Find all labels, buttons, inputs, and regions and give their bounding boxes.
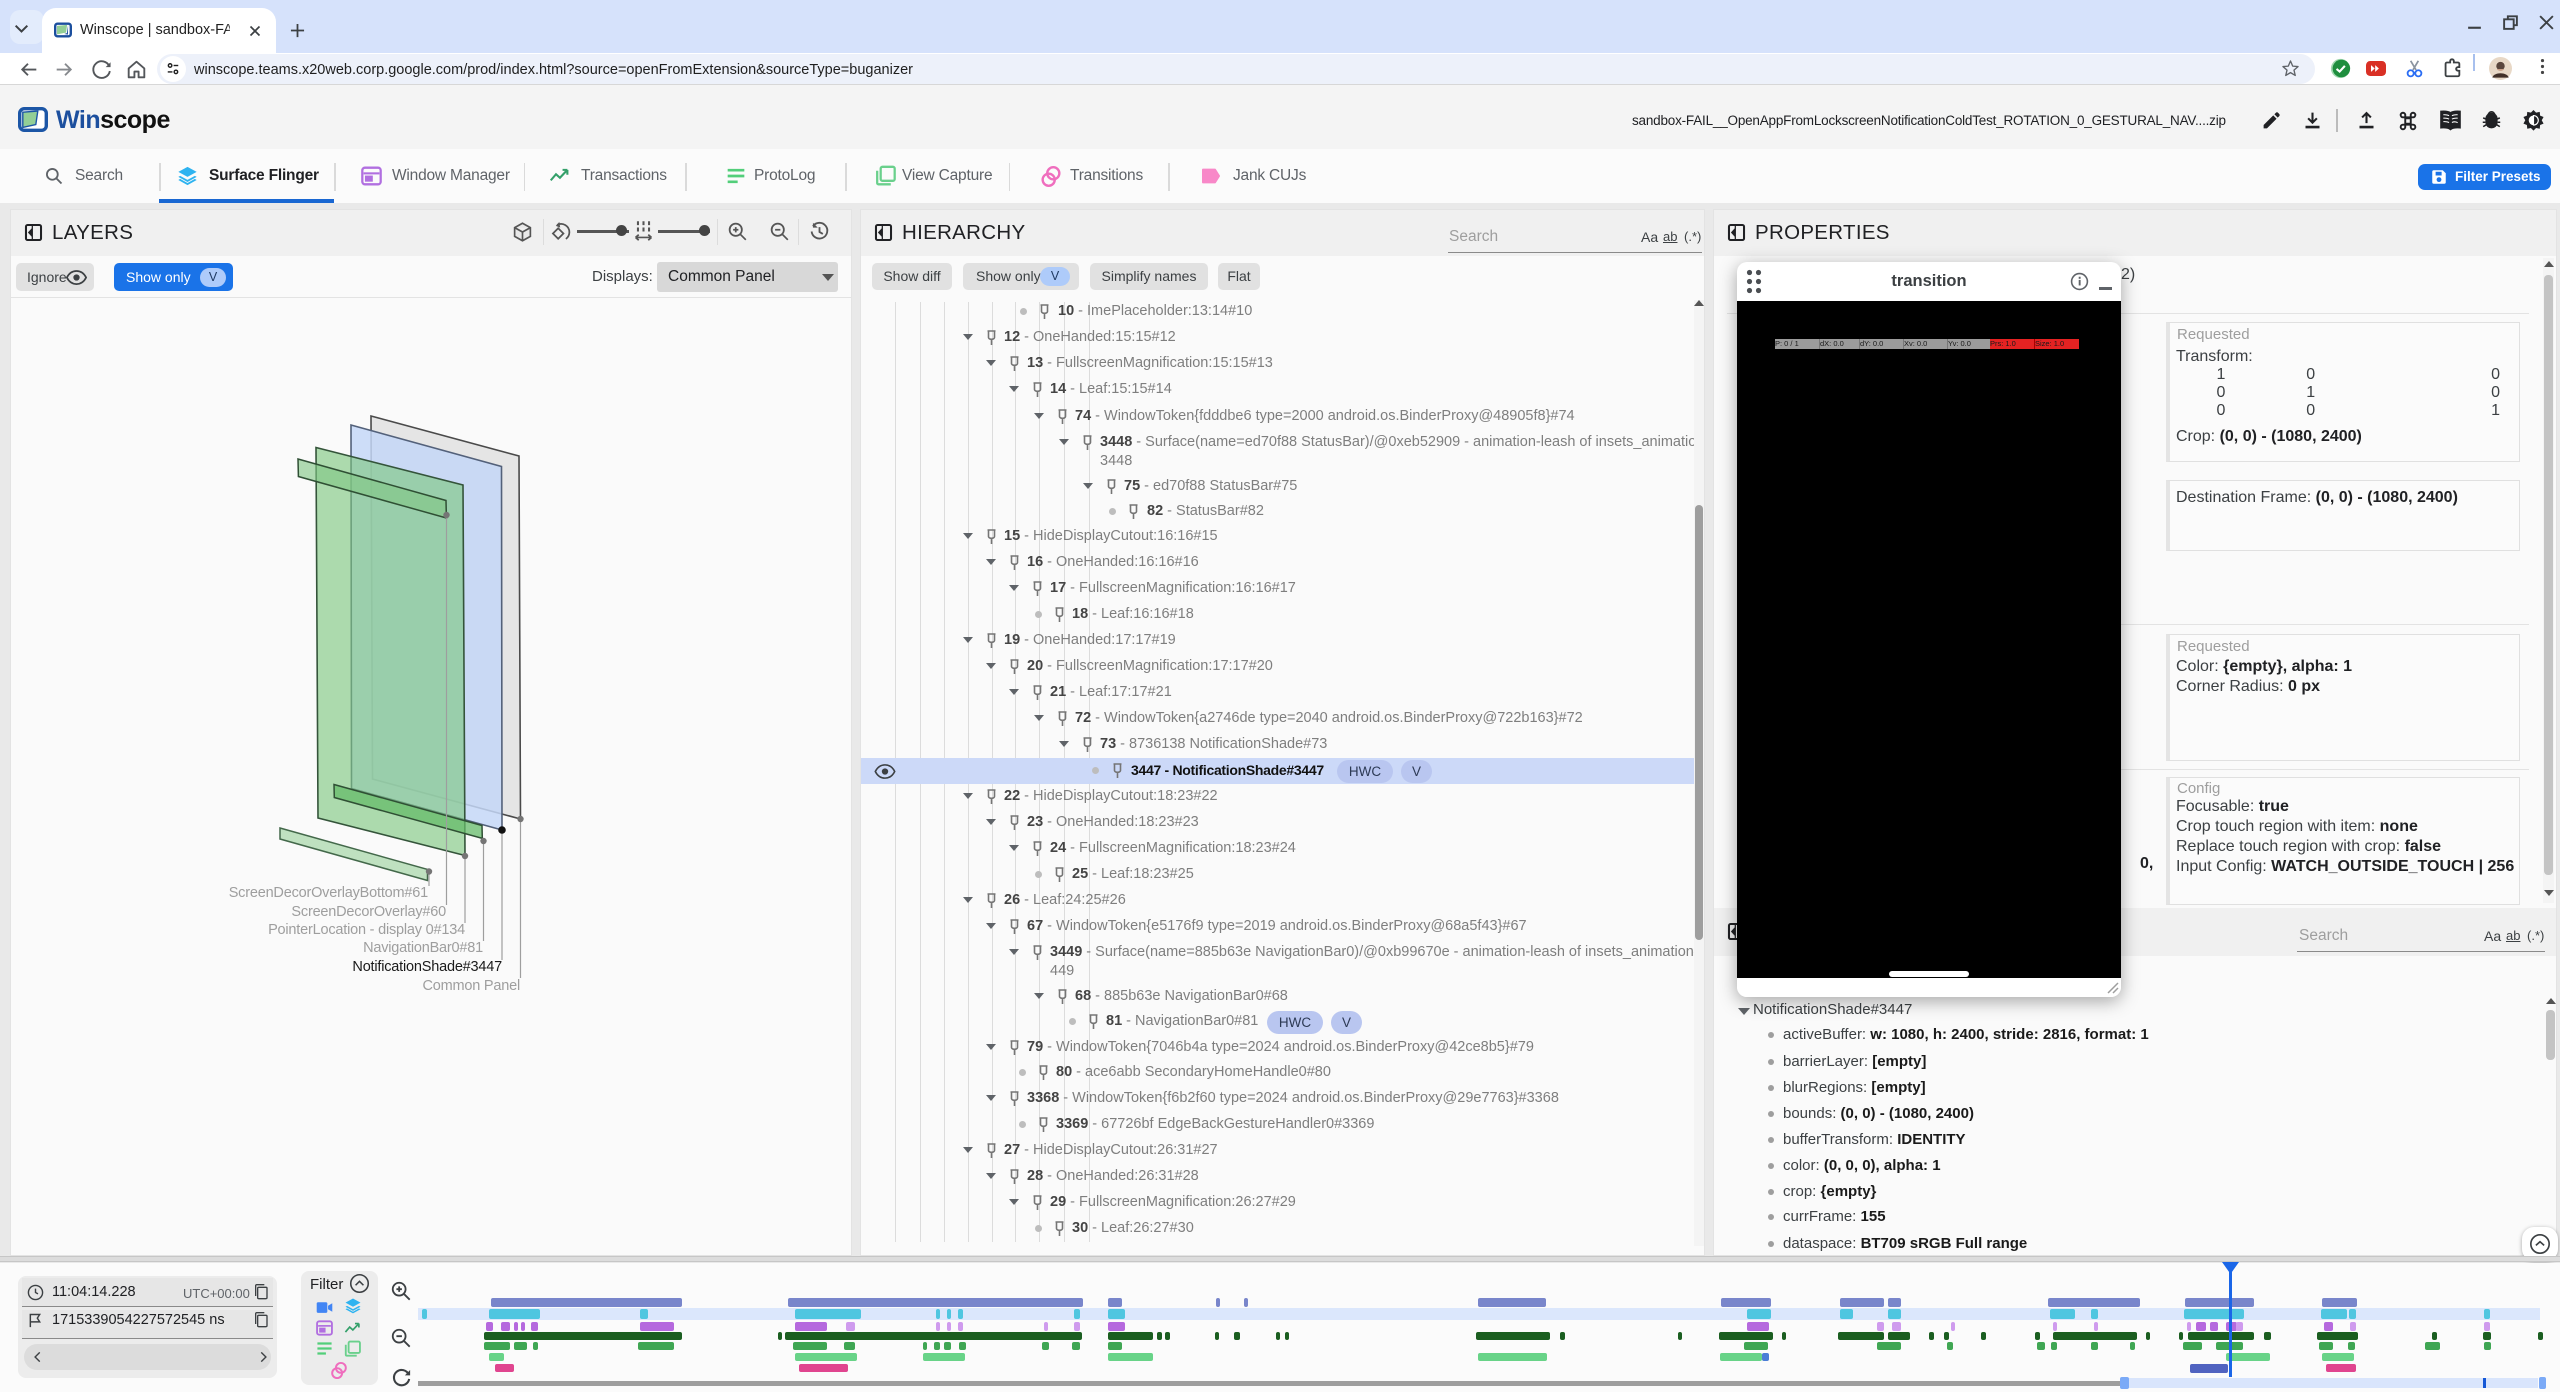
svg-text:NavigationBar0#81: NavigationBar0#81: [363, 940, 483, 956]
svg-text:PointerLocation - display 0#13: PointerLocation - display 0#134: [268, 922, 465, 938]
svg-text:Common Panel: Common Panel: [422, 978, 520, 994]
svg-text:ScreenDecorOverlayBottom#61: ScreenDecorOverlayBottom#61: [229, 885, 428, 901]
svg-text:ScreenDecorOverlay#60: ScreenDecorOverlay#60: [291, 904, 446, 920]
svg-text:NotificationShade#3447: NotificationShade#3447: [352, 959, 502, 975]
